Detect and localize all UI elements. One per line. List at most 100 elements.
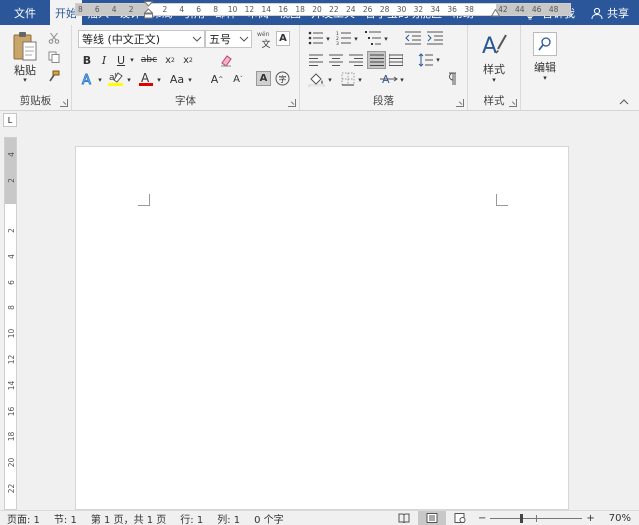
shrink-font-icon[interactable]: Aˇ xyxy=(230,71,246,87)
underline-dropdown-icon[interactable]: ▾ xyxy=(128,53,136,67)
bullets-icon[interactable] xyxy=(308,31,324,45)
character-shading-icon[interactable]: A xyxy=(256,71,271,86)
tab-selector[interactable]: L xyxy=(3,113,17,127)
align-center-icon[interactable] xyxy=(328,52,344,68)
vertical-ruler[interactable]: 4 2 2 4 6 8 10 12 14 16 18 20 22 xyxy=(4,137,17,510)
read-mode-button[interactable] xyxy=(390,511,418,525)
ruler-tick-label: 16 xyxy=(7,406,16,416)
clipboard-launcher-icon[interactable] xyxy=(60,99,68,107)
ruler-tick-label: 8 xyxy=(213,5,218,14)
ruler-tick-label: 12 xyxy=(244,5,255,14)
text-effects-dropdown-icon[interactable]: ▾ xyxy=(96,73,104,87)
ruler-tick-label: 26 xyxy=(362,5,373,14)
align-left-icon[interactable] xyxy=(308,52,324,68)
font-launcher-icon[interactable] xyxy=(288,99,296,107)
change-case-icon[interactable]: Aa xyxy=(168,72,186,86)
svg-text:A: A xyxy=(482,34,497,59)
distributed-icon[interactable] xyxy=(388,52,404,68)
justify-icon[interactable] xyxy=(367,51,386,69)
editing-dropdown-icon[interactable]: ▾ xyxy=(540,74,550,82)
zoom-slider-thumb[interactable] xyxy=(519,513,523,523)
asian-layout-icon[interactable]: A xyxy=(380,71,398,87)
line-spacing-icon[interactable] xyxy=(418,52,434,68)
chevron-down-icon xyxy=(192,36,202,42)
right-indent-marker-icon[interactable] xyxy=(491,9,500,17)
shading-dropdown-icon[interactable]: ▾ xyxy=(326,73,334,87)
status-line[interactable]: 行: 1 xyxy=(173,511,210,525)
text-effects-icon[interactable]: A xyxy=(79,71,95,87)
multilevel-dropdown-icon[interactable]: ▾ xyxy=(382,32,390,46)
zoom-out-button[interactable]: − xyxy=(474,513,490,524)
font-group-label: 字体 xyxy=(175,95,196,107)
zoom-level[interactable]: 70% xyxy=(599,513,639,524)
ruler-tick-label: 20 xyxy=(7,457,16,468)
change-case-dropdown-icon[interactable]: ▾ xyxy=(186,73,194,87)
multilevel-list-icon[interactable] xyxy=(364,30,382,46)
status-page[interactable]: 页面: 1 xyxy=(0,511,47,525)
zoom-in-button[interactable]: + xyxy=(582,513,598,524)
show-marks-icon[interactable] xyxy=(443,71,459,87)
numbering-dropdown-icon[interactable]: ▾ xyxy=(352,32,360,46)
copy-icon[interactable] xyxy=(47,50,61,64)
vertical-scrollbar[interactable] xyxy=(629,130,639,510)
styles-button[interactable]: A xyxy=(480,31,508,59)
decrease-indent-icon[interactable] xyxy=(404,31,422,45)
font-name-combo[interactable]: 等线 (中文正文) xyxy=(78,30,205,48)
strikethrough-icon[interactable]: abc xyxy=(139,53,159,67)
ruler-tick-label: 48 xyxy=(548,5,559,14)
paste-button[interactable] xyxy=(10,30,40,64)
print-layout-button[interactable] xyxy=(417,510,446,525)
collapse-ribbon-icon[interactable] xyxy=(618,97,630,107)
group-styles: A 样式 ▾ 样式 xyxy=(468,25,521,111)
editing-button[interactable] xyxy=(533,32,557,56)
ruler-tick-label: 6 xyxy=(196,5,202,14)
bold-icon[interactable]: B xyxy=(80,53,94,67)
zoom-slider[interactable] xyxy=(490,511,583,525)
italic-icon[interactable]: I xyxy=(97,53,111,67)
borders-icon[interactable] xyxy=(340,71,356,87)
tab-file[interactable]: 文件 xyxy=(0,0,50,25)
asian-layout-dropdown-icon[interactable]: ▾ xyxy=(398,73,406,87)
numbering-icon[interactable]: 123 xyxy=(336,31,352,45)
grow-font-icon[interactable]: A ^ xyxy=(209,71,225,87)
font-color-dropdown-icon[interactable]: ▾ xyxy=(155,73,163,87)
shading-icon[interactable] xyxy=(308,71,326,87)
character-border-icon[interactable]: A xyxy=(276,31,290,46)
share-button[interactable]: 共享 xyxy=(583,0,639,25)
cut-icon[interactable] xyxy=(47,31,61,45)
ruler-tick-label: 20 xyxy=(312,5,322,14)
ruler-tick-label: 22 xyxy=(329,5,339,14)
status-pages[interactable]: 第 1 页，共 1 页 xyxy=(84,511,173,525)
font-color-icon[interactable]: A xyxy=(138,70,154,88)
align-right-icon[interactable] xyxy=(348,52,364,68)
styles-launcher-icon[interactable] xyxy=(509,99,517,107)
borders-dropdown-icon[interactable]: ▾ xyxy=(356,73,364,87)
superscript-icon[interactable]: x2 xyxy=(180,53,196,67)
document-page[interactable] xyxy=(75,146,569,510)
underline-icon[interactable]: U xyxy=(114,53,128,67)
paste-dropdown-icon[interactable]: ▾ xyxy=(20,76,30,84)
status-column[interactable]: 列: 1 xyxy=(210,511,247,525)
styles-dropdown-icon[interactable]: ▾ xyxy=(489,76,499,84)
subscript-icon[interactable]: x2 xyxy=(162,53,178,67)
format-painter-icon[interactable] xyxy=(47,69,61,83)
svg-text:A: A xyxy=(82,73,91,86)
editing-label: 编辑 xyxy=(534,61,556,74)
status-section[interactable]: 节: 1 xyxy=(47,511,84,525)
paragraph-launcher-icon[interactable] xyxy=(456,99,464,107)
status-word-count[interactable]: 0 个字 xyxy=(247,511,291,525)
horizontal-ruler[interactable]: 8642 2 4 6 8 10 12 14 16 18 20 22 24 26 28 30 32 34 36 38 … xyxy=(75,1,571,19)
increase-indent-icon[interactable] xyxy=(426,31,444,45)
clear-formatting-icon[interactable] xyxy=(218,52,234,68)
line-spacing-dropdown-icon[interactable]: ▾ xyxy=(434,53,442,67)
highlight-dropdown-icon[interactable]: ▾ xyxy=(125,73,133,87)
font-size-combo[interactable]: 五号 xyxy=(205,30,252,48)
book-icon xyxy=(398,513,410,523)
highlight-icon[interactable]: ab xyxy=(107,70,125,88)
bullets-dropdown-icon[interactable]: ▾ xyxy=(324,32,332,46)
styles-label: 样式 xyxy=(483,63,505,76)
indent-marker-icon[interactable] xyxy=(144,1,153,19)
ruler-tick-label: 4 xyxy=(111,5,117,14)
enclosed-character-icon[interactable]: 字 xyxy=(275,71,290,86)
web-layout-button[interactable] xyxy=(446,511,474,525)
